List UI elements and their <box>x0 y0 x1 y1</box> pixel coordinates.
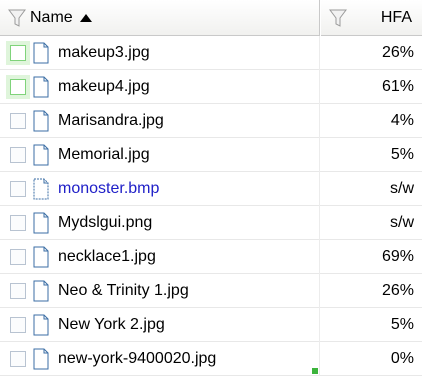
resize-grip-marker <box>312 368 318 374</box>
table-row[interactable]: makeup4.jpg 61% <box>0 69 422 104</box>
name-cell: makeup4.jpg <box>0 69 320 104</box>
hfa-value: 0% <box>390 349 414 367</box>
table-row[interactable]: Mydslgui.png s/w <box>0 205 422 240</box>
file-list: Name HFA makeup3.jpg 26% makeup4.jpg 61%… <box>0 0 422 380</box>
table-row[interactable]: new-york-9400020.jpg 0% <box>0 341 422 376</box>
file-name: new-york-9400020.jpg <box>58 349 217 367</box>
row-checkbox[interactable] <box>10 282 26 299</box>
filter-icon[interactable] <box>8 8 26 28</box>
file-name: makeup4.jpg <box>58 77 150 95</box>
file-icon <box>33 178 49 199</box>
hfa-column-header[interactable]: HFA <box>320 0 422 36</box>
column-header-bar: Name HFA <box>0 0 422 36</box>
row-checkbox[interactable] <box>10 146 26 163</box>
table-row[interactable]: Marisandra.jpg 4% <box>0 103 422 138</box>
file-icon <box>33 76 49 97</box>
name-cell: Memorial.jpg <box>0 137 320 172</box>
hfa-value: 4% <box>390 111 414 129</box>
name-cell: New York 2.jpg <box>0 307 320 342</box>
file-name: Mydslgui.png <box>58 213 153 231</box>
table-row[interactable]: Memorial.jpg 5% <box>0 137 422 172</box>
row-checkbox[interactable] <box>10 214 26 231</box>
file-icon <box>33 110 49 131</box>
file-icon <box>33 280 49 301</box>
name-cell: monoster.bmp <box>0 171 320 206</box>
file-rows: makeup3.jpg 26% makeup4.jpg 61% Marisand… <box>0 35 422 376</box>
name-column-label: Name <box>30 9 73 26</box>
row-checkbox[interactable] <box>10 350 26 367</box>
file-name: necklace1.jpg <box>58 247 156 265</box>
file-icon <box>33 212 49 233</box>
file-icon <box>33 42 49 63</box>
name-cell: Mydslgui.png <box>0 205 320 240</box>
sort-ascending-icon <box>79 14 92 22</box>
file-name: makeup3.jpg <box>58 43 150 61</box>
row-checkbox[interactable] <box>10 316 26 333</box>
row-checkbox[interactable] <box>10 78 26 95</box>
filter-icon[interactable] <box>329 8 347 28</box>
row-checkbox[interactable] <box>10 248 26 265</box>
file-name: monoster.bmp <box>58 179 160 197</box>
file-icon <box>33 348 49 369</box>
file-name: Marisandra.jpg <box>58 111 164 129</box>
hfa-value: s/w <box>390 179 414 197</box>
file-name: Memorial.jpg <box>58 145 150 163</box>
hfa-column-label: HFA <box>380 9 412 26</box>
hfa-value: s/w <box>390 213 414 231</box>
file-icon <box>33 144 49 165</box>
row-checkbox[interactable] <box>10 112 26 129</box>
name-cell: Neo & Trinity 1.jpg <box>0 273 320 308</box>
row-checkbox[interactable] <box>10 180 26 197</box>
row-checkbox[interactable] <box>10 44 26 61</box>
hfa-value: 5% <box>390 145 414 163</box>
file-name: Neo & Trinity 1.jpg <box>58 281 189 299</box>
file-name: New York 2.jpg <box>58 315 165 333</box>
name-column-header[interactable]: Name <box>0 0 320 36</box>
name-cell: Marisandra.jpg <box>0 103 320 138</box>
file-icon <box>33 314 49 335</box>
table-row[interactable]: monoster.bmp s/w <box>0 171 422 206</box>
name-cell: new-york-9400020.jpg <box>0 341 320 376</box>
table-row[interactable]: necklace1.jpg 69% <box>0 239 422 274</box>
hfa-value: 5% <box>390 315 414 333</box>
table-row[interactable]: makeup3.jpg 26% <box>0 35 422 70</box>
file-icon <box>33 246 49 267</box>
hfa-value: 69% <box>381 247 414 265</box>
hfa-value: 26% <box>381 281 414 299</box>
table-row[interactable]: Neo & Trinity 1.jpg 26% <box>0 273 422 308</box>
name-cell: necklace1.jpg <box>0 239 320 274</box>
hfa-value: 61% <box>381 77 414 95</box>
table-row[interactable]: New York 2.jpg 5% <box>0 307 422 342</box>
hfa-value: 26% <box>381 43 414 61</box>
name-cell: makeup3.jpg <box>0 35 320 70</box>
